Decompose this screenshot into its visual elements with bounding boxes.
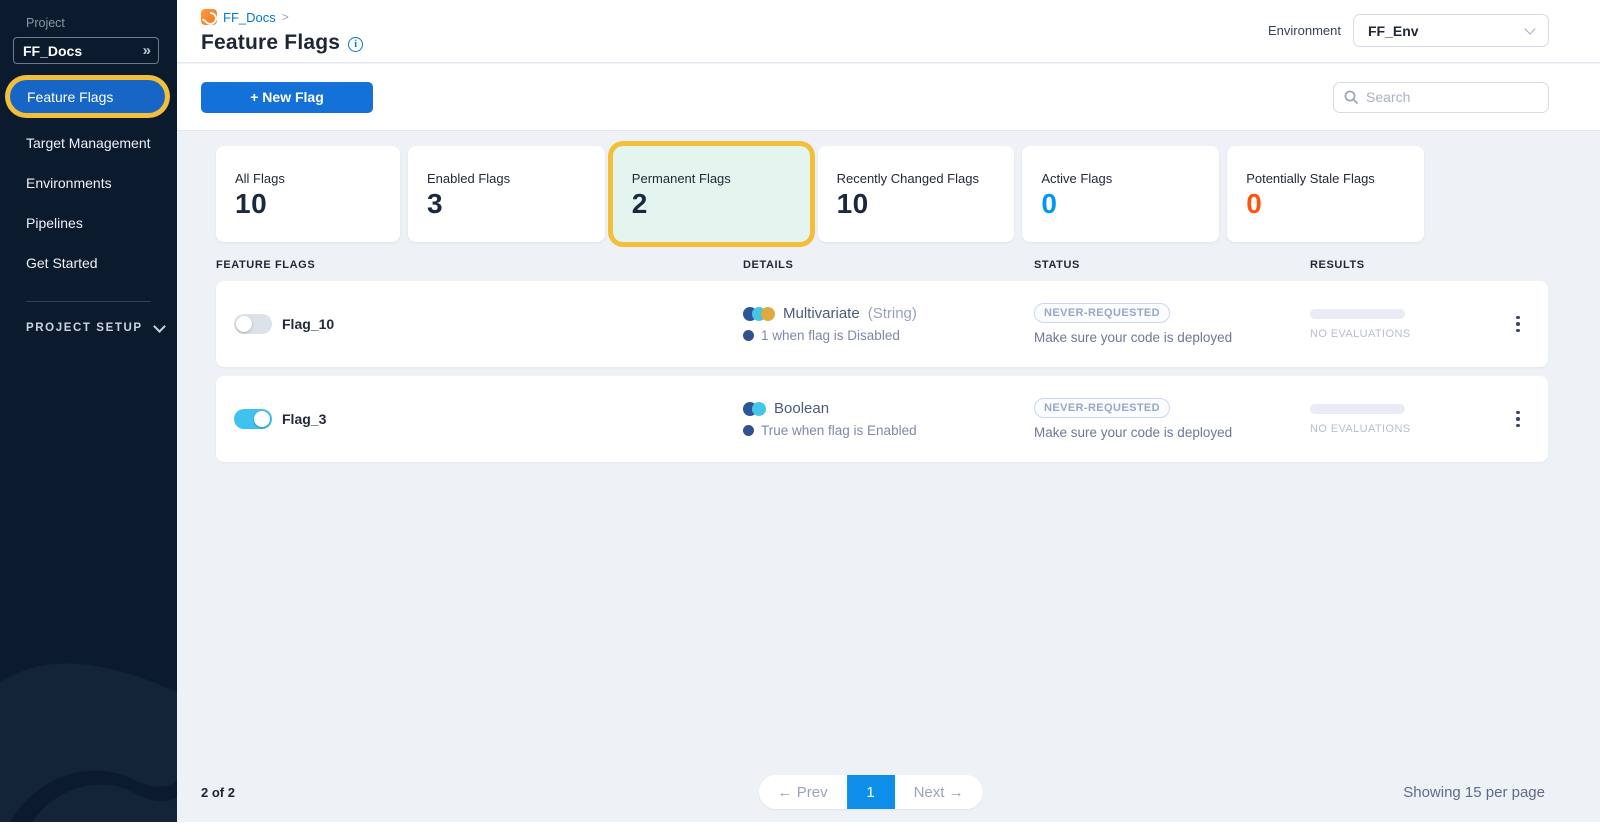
stat-label: Enabled Flags — [427, 171, 605, 186]
stat-label: Active Flags — [1041, 171, 1219, 186]
bottom-strip — [0, 822, 1600, 838]
sidebar-divider — [26, 301, 151, 302]
column-results: RESULTS — [1310, 259, 1488, 271]
variation-dot-icon — [743, 425, 754, 436]
stat-card-potentially-stale-flags[interactable]: Potentially Stale Flags 0 — [1227, 146, 1424, 242]
flag-name[interactable]: Flag_3 — [282, 411, 326, 427]
kebab-menu-icon[interactable] — [1510, 405, 1526, 434]
current-page-button[interactable]: 1 — [847, 775, 895, 809]
flag-type: Multivariate — [783, 305, 860, 322]
status-text: Make sure your code is deployed — [1034, 425, 1232, 440]
flag-type: Boolean — [774, 400, 829, 417]
prev-page-button[interactable]: ← Prev — [759, 775, 847, 809]
flag-toggle[interactable] — [234, 409, 272, 429]
default-rule: True when flag is Enabled — [761, 423, 917, 438]
sidebar-item-pipelines[interactable]: Pipelines — [0, 203, 177, 243]
harness-logo-icon — [201, 9, 217, 25]
column-feature-flags: FEATURE FLAGS — [216, 259, 743, 271]
stat-card-recently-changed-flags[interactable]: Recently Changed Flags 10 — [818, 146, 1015, 242]
toggle-knob — [254, 411, 270, 427]
column-details: DETAILS — [743, 259, 1034, 271]
evaluations-bar — [1310, 404, 1405, 414]
variation-dot-icon — [743, 330, 754, 341]
sidebar: Project FF_Docs » Feature Flags Target M… — [0, 0, 177, 822]
search-input[interactable] — [1366, 89, 1538, 105]
double-chevron-icon[interactable]: » — [143, 42, 149, 59]
flag-type-suffix: (String) — [868, 305, 917, 322]
sidebar-decoration — [0, 612, 177, 822]
page-header: FF_Docs > Feature Flags Environment FF_E… — [177, 0, 1600, 63]
project-name: FF_Docs — [23, 43, 82, 59]
toolbar: + New Flag — [177, 64, 1600, 131]
stat-value: 10 — [837, 188, 1015, 220]
page-title: Feature Flags — [201, 31, 340, 55]
status-badge: NEVER-REQUESTED — [1034, 398, 1170, 418]
stat-value: 2 — [632, 188, 810, 220]
environment-value: FF_Env — [1368, 23, 1419, 39]
boolean-icon — [743, 402, 766, 416]
stat-label: Potentially Stale Flags — [1246, 171, 1424, 186]
evaluations-text: NO EVALUATIONS — [1310, 423, 1488, 435]
stat-value: 0 — [1246, 188, 1424, 220]
chevron-right-icon: > — [282, 10, 289, 24]
stat-card-active-flags[interactable]: Active Flags 0 — [1022, 146, 1219, 242]
stat-value: 3 — [427, 188, 605, 220]
environment-label: Environment — [1268, 23, 1341, 38]
content: All Flags 10 Enabled Flags 3 Permanent F… — [177, 131, 1600, 822]
info-icon[interactable] — [348, 37, 363, 52]
status-badge: NEVER-REQUESTED — [1034, 303, 1170, 323]
sidebar-item-environments[interactable]: Environments — [0, 163, 177, 203]
stat-value: 0 — [1041, 188, 1219, 220]
table-header: FEATURE FLAGS DETAILS STATUS RESULTS — [216, 259, 1548, 271]
project-selector[interactable]: FF_Docs » — [13, 37, 159, 64]
main-area: FF_Docs > Feature Flags Environment FF_E… — [177, 0, 1600, 822]
sidebar-item-target-management[interactable]: Target Management — [0, 123, 177, 163]
stat-value: 10 — [235, 188, 400, 220]
default-rule: 1 when flag is Disabled — [761, 328, 900, 343]
toggle-knob — [236, 316, 252, 332]
sidebar-item-get-started[interactable]: Get Started — [0, 243, 177, 283]
sidebar-item-feature-flags[interactable]: Feature Flags — [10, 80, 165, 113]
table-row[interactable]: Flag_10 Multivariate (String) 1 when fla… — [216, 281, 1548, 367]
pagination: ← Prev 1 Next → — [759, 775, 983, 809]
evaluations-bar — [1310, 309, 1405, 319]
flag-toggle[interactable] — [234, 314, 272, 334]
next-page-button[interactable]: Next → — [895, 775, 983, 809]
environment-select[interactable]: FF_Env — [1353, 14, 1549, 47]
search-icon — [1344, 90, 1358, 104]
search-box[interactable] — [1333, 82, 1549, 113]
chevron-down-icon — [153, 320, 166, 333]
breadcrumb-project-link[interactable]: FF_Docs — [223, 10, 276, 25]
row-count: 2 of 2 — [201, 785, 235, 800]
stat-label: All Flags — [235, 171, 400, 186]
project-label: Project — [26, 16, 177, 30]
column-status: STATUS — [1034, 259, 1310, 271]
stat-card-enabled-flags[interactable]: Enabled Flags 3 — [408, 146, 605, 242]
flag-name[interactable]: Flag_10 — [282, 316, 334, 332]
stat-card-all-flags[interactable]: All Flags 10 — [216, 146, 400, 242]
project-setup-label: PROJECT SETUP — [26, 322, 143, 334]
stats-row: All Flags 10 Enabled Flags 3 Permanent F… — [216, 146, 1424, 242]
sidebar-nav: Feature Flags Target Management Environm… — [0, 80, 177, 283]
list-footer: 2 of 2 ← Prev 1 Next → Showing 15 per pa… — [177, 762, 1600, 822]
chevron-down-icon — [1524, 23, 1535, 34]
project-setup-section[interactable]: PROJECT SETUP — [26, 322, 177, 334]
stat-label: Permanent Flags — [632, 171, 810, 186]
status-text: Make sure your code is deployed — [1034, 330, 1232, 345]
stat-label: Recently Changed Flags — [837, 171, 1015, 186]
page-size-text: Showing 15 per page — [1403, 784, 1545, 801]
table-row[interactable]: Flag_3 Boolean True when flag is Enabled… — [216, 376, 1548, 462]
multivariate-icon — [743, 307, 775, 321]
kebab-menu-icon[interactable] — [1510, 310, 1526, 339]
new-flag-button[interactable]: + New Flag — [201, 82, 373, 113]
environment-group: Environment FF_Env — [1268, 14, 1549, 47]
evaluations-text: NO EVALUATIONS — [1310, 328, 1488, 340]
stat-card-permanent-flags[interactable]: Permanent Flags 2 — [613, 146, 810, 242]
